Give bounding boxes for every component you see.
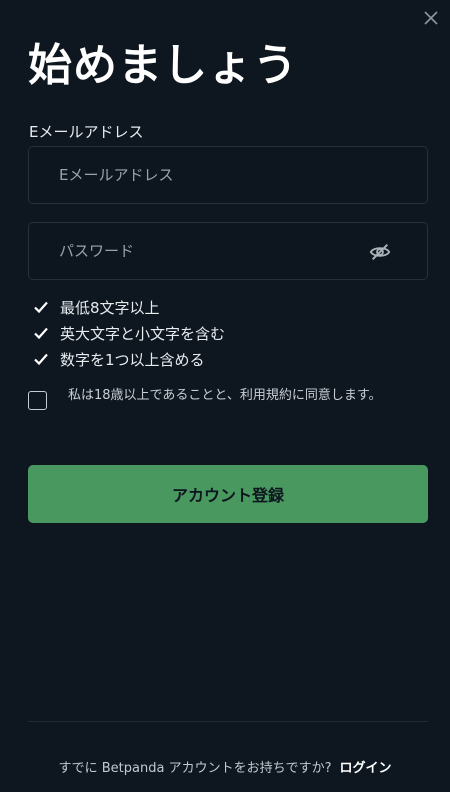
password-rule-text: 数字を1つ以上含める — [60, 350, 205, 369]
password-rules: 最低8文字以上 英大文字と小文字を含む 数字を1つ以上含める — [33, 294, 225, 372]
login-link[interactable]: ログイン — [339, 761, 391, 776]
password-input[interactable] — [29, 223, 359, 279]
eye-off-icon[interactable] — [369, 241, 391, 263]
terms-checkbox[interactable] — [28, 391, 47, 410]
checkmark-icon — [34, 327, 48, 340]
page-title: 始めましょう — [28, 40, 298, 91]
login-prompt-text: すでに Betpanda アカウントをお持ちですか? — [58, 761, 332, 776]
register-button[interactable]: アカウント登録 — [28, 465, 428, 523]
terms-label[interactable]: 私は18歳以上であることと、利用規約に同意します。 — [68, 386, 388, 410]
terms-row: 私は18歳以上であることと、利用規約に同意します。 — [28, 386, 388, 410]
signup-panel: 始めましょう Eメールアドレス 最低8文字以上 英大文字と小文字を含む — [0, 0, 450, 792]
password-rule-text: 英大文字と小文字を含む — [60, 324, 226, 343]
divider — [28, 721, 428, 722]
password-rule-item: 英大文字と小文字を含む — [33, 320, 225, 346]
close-icon — [424, 11, 438, 25]
email-input[interactable] — [29, 147, 359, 203]
email-label: Eメールアドレス — [29, 123, 144, 141]
password-rule-item: 最低8文字以上 — [33, 294, 225, 320]
checkmark-icon — [34, 301, 48, 314]
password-rule-text: 最低8文字以上 — [60, 298, 160, 317]
login-prompt: すでに Betpanda アカウントをお持ちですか? ログイン — [0, 757, 450, 776]
password-field-container — [28, 222, 428, 280]
close-button[interactable] — [418, 6, 444, 30]
password-rule-item: 数字を1つ以上含める — [33, 346, 225, 372]
checkmark-icon — [34, 353, 48, 366]
email-field-container — [28, 146, 428, 204]
